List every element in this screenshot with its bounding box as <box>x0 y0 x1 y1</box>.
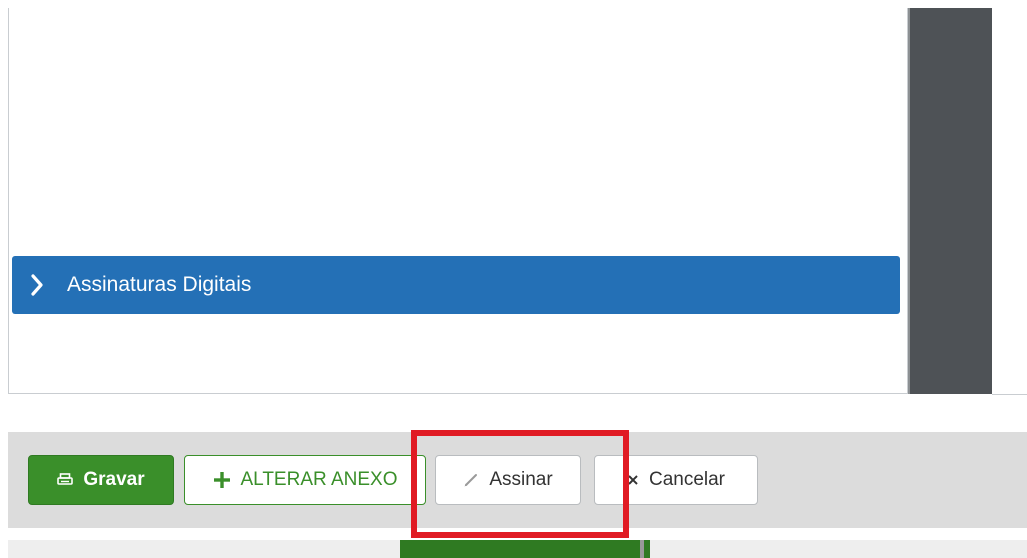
divider <box>992 394 1027 395</box>
gravar-button[interactable]: Gravar <box>28 455 174 505</box>
plus-icon <box>213 471 231 489</box>
cancelar-button[interactable]: Cancelar <box>594 455 758 505</box>
alterar-anexo-button[interactable]: ALTERAR ANEXO <box>184 455 426 505</box>
printer-icon <box>57 473 74 487</box>
chevron-right-icon <box>31 274 43 296</box>
cut-off-button <box>400 540 650 558</box>
cancelar-label: Cancelar <box>648 469 726 490</box>
assinaturas-digitais-accordion[interactable]: Assinaturas Digitais <box>12 256 900 314</box>
gravar-label: Gravar <box>83 469 145 490</box>
content-panel <box>8 8 908 394</box>
pencil-icon <box>463 472 479 488</box>
side-scroll-strip <box>908 8 992 394</box>
accordion-label: Assinaturas Digitais <box>67 273 252 296</box>
cut-off-toolbar <box>8 540 1027 558</box>
alterar-anexo-label: ALTERAR ANEXO <box>240 469 398 490</box>
assinar-button[interactable]: Assinar <box>435 455 581 505</box>
cut-off-divider <box>640 540 644 558</box>
close-icon <box>627 474 639 486</box>
assinar-label: Assinar <box>489 469 553 490</box>
